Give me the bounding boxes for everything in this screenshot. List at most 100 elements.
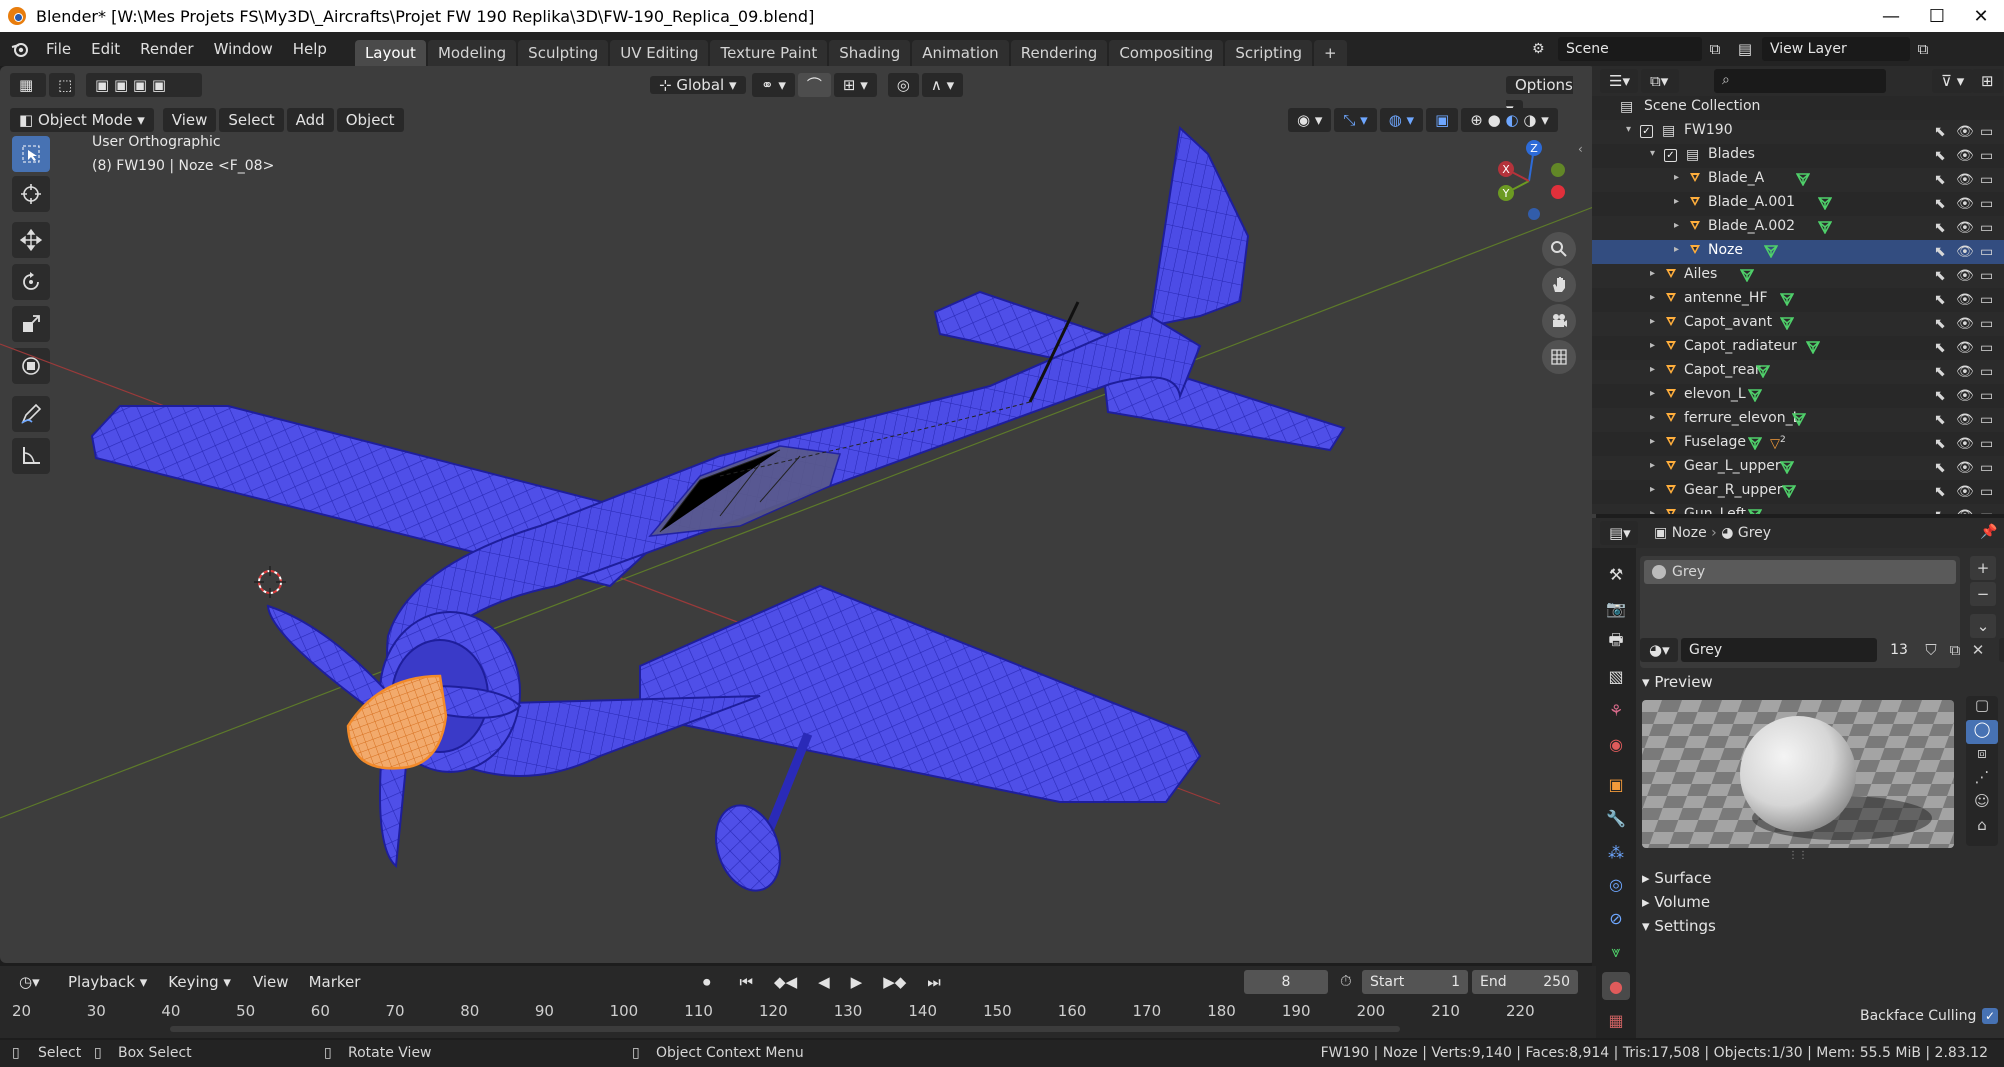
current-frame-field[interactable]: 8 xyxy=(1244,970,1328,994)
particles-tab-icon[interactable]: ⁂ xyxy=(1602,838,1630,866)
selectable-arrow-icon[interactable]: ⬉ xyxy=(1934,412,1946,428)
tab-uv-editing[interactable]: UV Editing xyxy=(610,40,709,66)
start-frame-field[interactable]: Start 1 xyxy=(1362,970,1468,994)
menu-help[interactable]: Help xyxy=(283,32,337,66)
selectable-arrow-icon[interactable]: ⬉ xyxy=(1934,460,1946,476)
expand-arrow-icon[interactable]: ▸ xyxy=(1650,364,1655,375)
selectable-arrow-icon[interactable]: ⬉ xyxy=(1934,340,1946,356)
visibility-eye-icon[interactable]: 👁 xyxy=(1956,244,1974,260)
render-monitor-icon[interactable]: ▭ xyxy=(1980,268,1993,284)
visibility-eye-icon[interactable]: 👁 xyxy=(1956,172,1974,188)
mesh-data-icon[interactable] xyxy=(1806,340,1820,354)
material-name-field[interactable]: Grey xyxy=(1681,638,1877,662)
mesh-data-icon[interactable] xyxy=(1748,436,1762,450)
preview-resize-handle[interactable]: ⋮⋮ xyxy=(1788,850,1808,861)
outliner-editor-type-icon[interactable]: ☰▾ xyxy=(1600,69,1638,93)
mesh-data-icon[interactable] xyxy=(1748,508,1762,514)
expand-arrow-icon[interactable]: ▸ xyxy=(1650,316,1655,327)
outliner-row-blade-a[interactable]: ▸ Blade_A ⬉ 👁 ▭ xyxy=(1592,168,2004,192)
material-tab-icon[interactable]: ● xyxy=(1602,972,1630,1000)
minimize-button[interactable]: — xyxy=(1868,0,1914,32)
render-monitor-icon[interactable]: ▭ xyxy=(1980,340,1993,356)
jump-keyframe-back-button[interactable]: ◆◀ xyxy=(765,970,807,994)
selectable-arrow-icon[interactable]: ⬉ xyxy=(1934,484,1946,500)
expand-arrow-icon[interactable]: ▸ xyxy=(1650,508,1655,514)
play-reverse-button[interactable]: ◀ xyxy=(809,970,839,994)
add-slot-button[interactable]: + xyxy=(1970,556,1996,580)
mesh-data-icon[interactable] xyxy=(1748,388,1762,402)
physics-tab-icon[interactable]: ◎ xyxy=(1602,870,1630,898)
texture-tab-icon[interactable]: ▦ xyxy=(1602,1006,1630,1034)
outliner-row-noze[interactable]: ▸ Noze ⬉ 👁 ▭ xyxy=(1592,240,2004,264)
material-users-count[interactable]: 13 xyxy=(1879,638,1919,662)
render-tab-icon[interactable]: 📷 xyxy=(1602,594,1630,622)
selectable-arrow-icon[interactable]: ⬉ xyxy=(1934,388,1946,404)
mesh-data-icon[interactable] xyxy=(1780,316,1794,330)
render-monitor-icon[interactable]: ▭ xyxy=(1980,172,1993,188)
world-tab-icon[interactable]: ◉ xyxy=(1602,730,1630,758)
properties-editor-type-icon[interactable]: ▤▾ xyxy=(1600,521,1638,545)
visibility-eye-icon[interactable]: 👁 xyxy=(1956,508,1974,514)
outliner-row-capot-rear[interactable]: ▸ Capot_rear ⬉ 👁 ▭ xyxy=(1592,360,2004,384)
selectable-arrow-icon[interactable]: ⬉ xyxy=(1934,268,1946,284)
add-workspace-button[interactable]: + xyxy=(1314,40,1347,66)
object-tab-icon[interactable]: ▣ xyxy=(1602,770,1630,798)
new-view-layer-icon[interactable]: ⧉ xyxy=(1910,40,1936,58)
pin-icon[interactable]: 📌 xyxy=(1980,524,1997,540)
tab-scripting[interactable]: Scripting xyxy=(1225,40,1313,66)
timeline-editor-type-icon[interactable]: ◷▾ xyxy=(10,970,50,994)
scene-selector[interactable]: Scene xyxy=(1558,37,1702,61)
expand-arrow-icon[interactable]: ▸ xyxy=(1650,412,1655,423)
mesh-data-icon[interactable] xyxy=(1756,364,1770,378)
preview-cube-icon[interactable]: ⧈ xyxy=(1966,744,1998,768)
expand-arrow-icon[interactable]: ▸ xyxy=(1650,484,1655,495)
visibility-eye-icon[interactable]: 👁 xyxy=(1956,292,1974,308)
selectable-arrow-icon[interactable]: ⬉ xyxy=(1934,364,1946,380)
modifier-tab-icon[interactable]: 🔧 xyxy=(1602,804,1630,832)
selectable-arrow-icon[interactable]: ⬉ xyxy=(1934,436,1946,452)
exclude-checkbox[interactable]: ✓ xyxy=(1640,125,1653,138)
visibility-eye-icon[interactable]: 👁 xyxy=(1956,124,1974,140)
jump-keyframe-forward-button[interactable]: ▶◆ xyxy=(874,970,916,994)
outliner-row-antenne-hf[interactable]: ▸ antenne_HF ⬉ 👁 ▭ xyxy=(1592,288,2004,312)
expand-arrow-icon[interactable]: ▸ xyxy=(1650,340,1655,351)
scene-collection-row[interactable]: ▤ Scene Collection xyxy=(1592,96,2004,120)
modifier-icon[interactable]: ▽2 xyxy=(1770,435,1786,451)
jump-start-button[interactable]: ⏮ xyxy=(730,970,763,994)
menu-file[interactable]: File xyxy=(36,32,81,66)
blender-menu-icon[interactable] xyxy=(10,39,30,59)
tab-modeling[interactable]: Modeling xyxy=(427,40,517,66)
new-scene-icon[interactable]: ⧉ xyxy=(1702,40,1728,58)
timeline-menu-marker[interactable]: Marker xyxy=(299,966,371,999)
maximize-button[interactable]: ☐ xyxy=(1914,0,1960,32)
render-monitor-icon[interactable]: ▭ xyxy=(1980,316,1993,332)
render-monitor-icon[interactable]: ▭ xyxy=(1980,364,1993,380)
visibility-eye-icon[interactable]: 👁 xyxy=(1956,388,1974,404)
fake-user-icon[interactable]: ⛉ xyxy=(1919,641,1943,659)
mesh-data-icon[interactable] xyxy=(1818,220,1832,234)
menu-edit[interactable]: Edit xyxy=(81,32,130,66)
render-monitor-icon[interactable]: ▭ xyxy=(1980,508,1993,514)
mesh-data-icon[interactable] xyxy=(1740,268,1754,282)
playback-dropdown[interactable]: Playback ▾ xyxy=(59,970,157,994)
preview-section-header[interactable]: ▾ Preview xyxy=(1642,668,1713,696)
preview-sphere-icon[interactable]: ◯ xyxy=(1966,720,1998,744)
selectable-arrow-icon[interactable]: ⬉ xyxy=(1934,316,1946,332)
mesh-data-icon[interactable] xyxy=(1782,484,1796,498)
new-collection-icon[interactable]: ⊞ xyxy=(1972,69,2003,93)
output-tab-icon[interactable]: 🖶 xyxy=(1602,628,1630,656)
render-monitor-icon[interactable]: ▭ xyxy=(1980,220,1993,236)
visibility-eye-icon[interactable]: 👁 xyxy=(1956,436,1974,452)
preview-world-icon[interactable]: ⌂ xyxy=(1966,816,1998,840)
visibility-eye-icon[interactable]: 👁 xyxy=(1956,364,1974,380)
browse-material-icon[interactable]: ◕▾ xyxy=(1640,638,1678,662)
tab-rendering[interactable]: Rendering xyxy=(1010,40,1108,66)
visibility-eye-icon[interactable]: 👁 xyxy=(1956,484,1974,500)
unlink-material-icon[interactable]: ✕ xyxy=(1967,641,1989,659)
tab-animation[interactable]: Animation xyxy=(912,40,1009,66)
selectable-arrow-icon[interactable]: ⬉ xyxy=(1934,172,1946,188)
expand-arrow-icon[interactable]: ▸ xyxy=(1674,196,1679,207)
play-button[interactable]: ▶ xyxy=(841,970,872,994)
slot-specials-dropdown[interactable]: ⌄ xyxy=(1970,614,1996,638)
visibility-eye-icon[interactable]: 👁 xyxy=(1956,196,1974,212)
